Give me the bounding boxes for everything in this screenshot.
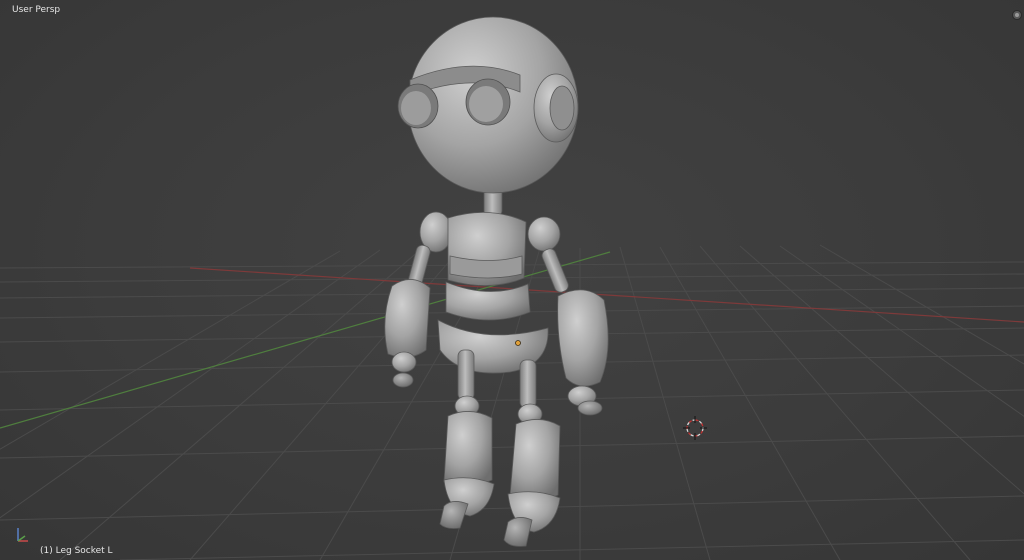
- region-toggle-icon[interactable]: [1012, 10, 1022, 20]
- view-name-label: User Persp: [12, 5, 61, 15]
- 3d-viewport[interactable]: User Persp (1) Leg Socket L: [0, 0, 1024, 560]
- active-object-label: (1) Leg Socket L: [40, 546, 113, 556]
- axis-gizmo-icon: [17, 528, 28, 542]
